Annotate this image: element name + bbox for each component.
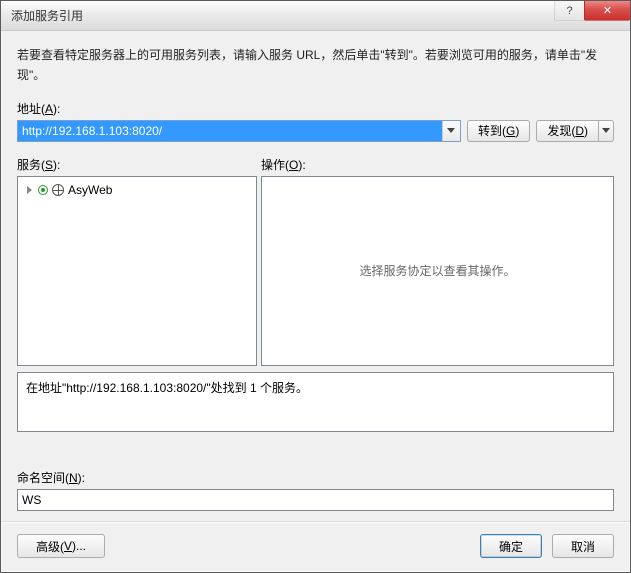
- namespace-field-wrap: [17, 489, 614, 511]
- window-buttons: ? ✕: [554, 1, 630, 21]
- list-item[interactable]: AsyWeb: [22, 181, 252, 199]
- dialog-footer: 高级(V)... 确定 取消: [1, 521, 630, 572]
- address-dropdown-button[interactable]: [442, 121, 460, 141]
- service-name: AsyWeb: [68, 183, 112, 197]
- title-bar: 添加服务引用 ? ✕: [1, 1, 630, 31]
- chevron-down-icon: [602, 128, 610, 133]
- operations-list[interactable]: 选择服务协定以查看其操作。: [261, 176, 614, 366]
- dialog-content: 若要查看特定服务器上的可用服务列表，请输入服务 URL，然后单击"转到"。若要浏…: [1, 31, 630, 521]
- window-title: 添加服务引用: [11, 7, 83, 24]
- dialog-add-service-reference: 添加服务引用 ? ✕ 若要查看特定服务器上的可用服务列表，请输入服务 URL，然…: [0, 0, 631, 573]
- discover-button[interactable]: 发现(D): [536, 120, 598, 142]
- status-box: 在地址"http://192.168.1.103:8020/"处找到 1 个服务…: [17, 372, 614, 432]
- operations-empty-text: 选择服务协定以查看其操作。: [266, 181, 609, 361]
- status-dot-icon: [38, 185, 48, 195]
- expand-icon[interactable]: [24, 185, 34, 195]
- cancel-button[interactable]: 取消: [552, 534, 614, 558]
- instruction-text: 若要查看特定服务器上的可用服务列表，请输入服务 URL，然后单击"转到"。若要浏…: [17, 45, 614, 86]
- address-combo[interactable]: [17, 120, 461, 142]
- panels: 服务(S): AsyWeb 操作(O): 选择服务协定以查看其操作。: [17, 156, 614, 366]
- globe-icon: [52, 184, 64, 196]
- namespace-input[interactable]: [17, 489, 614, 511]
- services-panel: 服务(S): AsyWeb: [17, 156, 257, 366]
- spacer: [17, 432, 614, 469]
- address-label: 地址(A):: [17, 100, 614, 117]
- status-text: 在地址"http://192.168.1.103:8020/"处找到 1 个服务…: [26, 381, 308, 395]
- close-icon: ✕: [603, 4, 612, 17]
- operations-panel: 操作(O): 选择服务协定以查看其操作。: [261, 156, 614, 366]
- services-label: 服务(S):: [17, 156, 257, 173]
- advanced-button[interactable]: 高级(V)...: [17, 534, 105, 558]
- address-row: 转到(G) 发现(D): [17, 120, 614, 142]
- address-input[interactable]: [18, 121, 442, 141]
- ok-button[interactable]: 确定: [480, 534, 542, 558]
- close-button[interactable]: ✕: [584, 1, 630, 21]
- help-button[interactable]: ?: [554, 1, 584, 21]
- namespace-label: 命名空间(N):: [17, 469, 614, 486]
- help-icon: ?: [566, 5, 572, 17]
- chevron-down-icon: [447, 128, 455, 133]
- services-list[interactable]: AsyWeb: [17, 176, 257, 366]
- discover-dropdown-button[interactable]: [598, 120, 614, 142]
- go-button[interactable]: 转到(G): [467, 120, 530, 142]
- discover-splitbutton: 发现(D): [536, 120, 614, 142]
- operations-label: 操作(O):: [261, 156, 614, 173]
